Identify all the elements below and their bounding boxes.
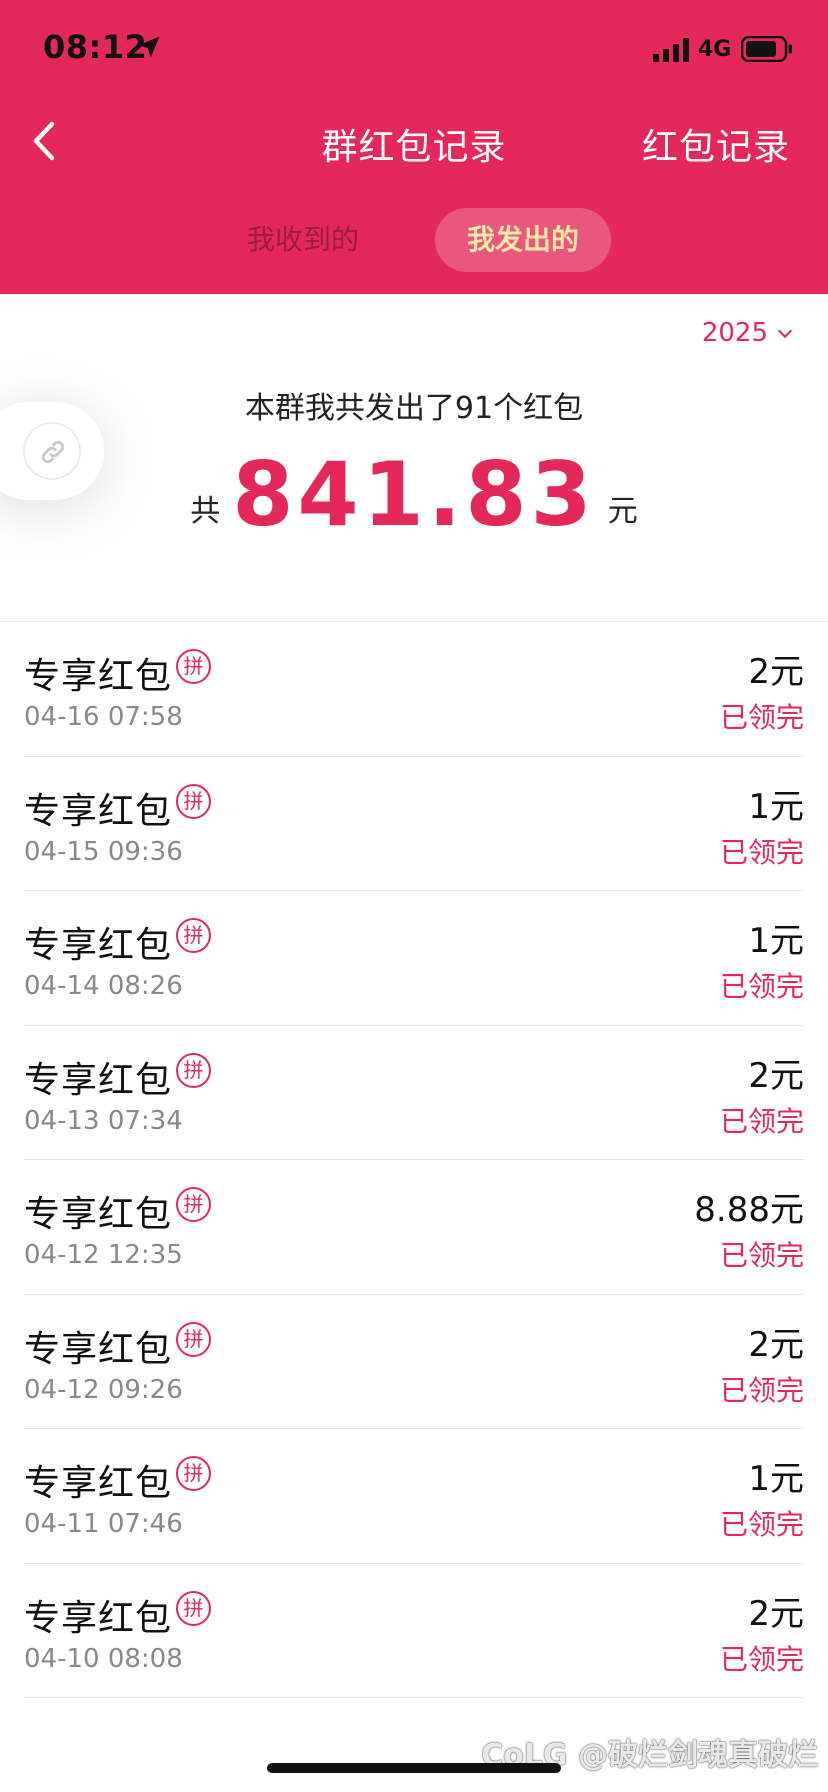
list-item[interactable]: 专享红包 拼 04-13 07:34 2元 已领完 [24,1026,804,1160]
record-amount: 1元 [748,1459,804,1499]
record-status: 已领完 [719,970,804,1003]
list-item[interactable]: 专享红包 拼 04-14 08:26 1元 已领完 [24,891,804,1026]
year-value: 2025 [701,318,768,348]
record-status: 已领完 [719,1239,804,1272]
total-amount: 841.83 [232,443,596,546]
record-tabs: 我收到的 我发出的 [0,208,828,272]
record-title: 专享红包 [24,790,173,832]
list-item[interactable]: 专享红包 拼 04-10 08:08 2元 已领完 [24,1564,804,1698]
group-badge-icon: 拼 [176,649,211,684]
summary-description: 本群我共发出了91个红包 [244,391,584,426]
group-badge-icon: 拼 [176,1321,211,1357]
record-amount: 1元 [748,786,804,827]
status-time: 08:12 [43,28,148,66]
group-badge-icon: 拼 [176,1052,211,1088]
group-badge-icon: 拼 [176,1187,211,1222]
record-status: 已领完 [719,835,804,869]
record-status: 已领完 [719,1373,804,1407]
group-badge-icon: 拼 [176,918,211,953]
record-time: 04-12 12:35 [24,1240,183,1270]
record-title: 专享红包 [24,925,173,966]
record-status: 已领完 [719,701,804,734]
record-amount: 1元 [748,921,804,961]
record-amount: 2元 [748,1324,804,1365]
year-selector[interactable]: 2025 [701,318,793,348]
record-amount: 8.88元 [694,1190,804,1230]
record-time: 04-16 07:58 [24,702,183,732]
group-badge-icon: 拼 [176,1456,211,1491]
record-title: 专享红包 [24,1328,173,1370]
total-suffix: 元 [607,494,638,529]
list-item[interactable]: 专享红包 拼 04-16 07:58 2元 已领完 [24,622,804,757]
total-amount-row: 共 841.83 元 [0,440,828,550]
record-title: 专享红包 [24,1059,173,1101]
list-item[interactable]: 专享红包 拼 04-11 07:46 1元 已领完 [24,1429,804,1564]
record-title: 专享红包 [24,656,173,697]
record-status: 已领完 [719,1642,804,1676]
red-packet-records-screen: 08:12 4G 群红包记录 红包记录 我收到的 我发出的 2025 本群我共发… [0,0,828,1792]
record-time: 04-14 08:26 [24,971,183,1001]
record-amount: 2元 [748,1055,804,1096]
group-badge-icon: 拼 [176,783,211,819]
location-arrow-icon [138,36,160,58]
total-prefix: 共 [190,494,221,529]
record-amount: 2元 [748,652,804,692]
record-amount: 2元 [748,1593,804,1634]
record-title: 专享红包 [24,1597,173,1639]
record-time: 04-13 07:34 [24,1105,183,1136]
battery-icon [741,36,792,62]
record-status: 已领完 [719,1104,804,1138]
record-time: 04-15 09:36 [24,836,183,867]
network-label: 4G [698,37,732,62]
record-title: 专享红包 [24,1463,173,1504]
header: 08:12 4G 群红包记录 红包记录 我收到的 我发出的 [0,0,828,294]
chevron-down-icon [777,323,793,339]
list-item[interactable]: 专享红包 拼 04-12 09:26 2元 已领完 [24,1295,804,1429]
record-time: 04-11 07:46 [24,1509,183,1539]
record-status: 已领完 [719,1508,804,1541]
record-title: 专享红包 [24,1194,173,1235]
red-packet-records-link[interactable]: 红包记录 [642,118,790,170]
tab-received[interactable]: 我收到的 [228,208,378,272]
tab-sent[interactable]: 我发出的 [435,208,611,272]
group-badge-icon: 拼 [176,1590,211,1626]
record-time: 04-10 08:08 [24,1643,183,1674]
status-bar: 08:12 4G [0,0,828,100]
record-list: 专享红包 拼 04-16 07:58 2元 已领完 专享红包 拼 04-15 0… [0,622,828,1698]
list-item[interactable]: 专享红包 拼 04-15 09:36 1元 已领完 [24,757,804,891]
list-item[interactable]: 专享红包 拼 04-12 12:35 8.88元 已领完 [24,1160,804,1295]
record-time: 04-12 09:26 [24,1374,183,1405]
home-indicator [267,1763,561,1773]
signal-icon [653,38,689,62]
